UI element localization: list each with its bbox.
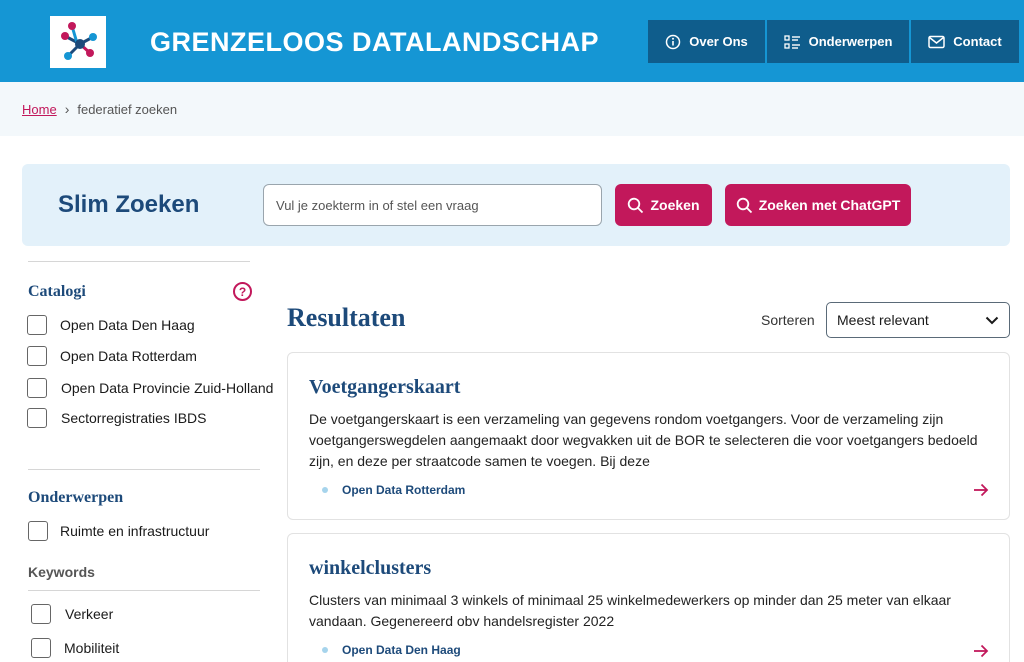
arrow-right-icon[interactable]	[973, 483, 989, 497]
arrow-right-icon[interactable]	[973, 644, 989, 658]
filter-keyword-verkeer[interactable]: Verkeer	[31, 604, 113, 624]
search-title: Slim Zoeken	[58, 191, 200, 218]
filter-keyword-mobiliteit[interactable]: Mobiliteit	[31, 638, 119, 658]
search-input[interactable]	[263, 184, 602, 226]
nav-over-ons-label: Over Ons	[689, 34, 748, 49]
search-chatgpt-button-label: Zoeken met ChatGPT	[758, 197, 901, 213]
sort-label: Sorteren	[761, 312, 815, 328]
info-icon	[665, 34, 681, 49]
main-nav: Over Ons Onderwerpen Contact	[648, 20, 1019, 63]
list-icon	[783, 34, 800, 49]
nav-onderwerpen-label: Onderwerpen	[808, 34, 893, 49]
help-icon[interactable]: ?	[233, 282, 252, 301]
filter-catalog-den-haag[interactable]: Open Data Den Haag	[27, 315, 195, 335]
result-source: Open Data Rotterdam	[322, 483, 465, 497]
sidebar-divider	[28, 469, 260, 470]
sidebar-divider	[28, 590, 260, 591]
filter-onderwerp-ruimte[interactable]: Ruimte en infrastructuur	[28, 521, 209, 541]
result-card[interactable]: winkelclusters Clusters van minimaal 3 w…	[287, 533, 1010, 662]
search-icon	[628, 197, 644, 213]
breadcrumb-home-link[interactable]: Home	[22, 102, 57, 117]
filter-catalog-ibds[interactable]: Sectorregistraties IBDS	[27, 408, 207, 428]
breadcrumb: Home › federatief zoeken	[22, 101, 177, 117]
sort-select-value: Meest relevant	[837, 312, 929, 328]
result-source-label: Open Data Den Haag	[342, 643, 461, 657]
checkbox[interactable]	[27, 408, 47, 428]
chevron-down-icon	[985, 316, 999, 324]
onderwerpen-title: Onderwerpen	[28, 489, 124, 506]
results-title: Resultaten	[287, 303, 406, 332]
sidebar-divider	[28, 261, 250, 262]
result-description: Clusters van minimaal 3 winkels of minim…	[309, 592, 951, 629]
nav-contact[interactable]: Contact	[911, 20, 1019, 63]
mail-icon	[928, 35, 946, 48]
chevron-right-icon: ›	[64, 101, 70, 117]
result-card[interactable]: Voetgangerskaart De voetgangerskaart is …	[287, 352, 1010, 520]
filter-label: Mobiliteit	[64, 640, 120, 656]
result-description: De voetgangerskaart is een verzameling v…	[309, 411, 978, 469]
network-logo-icon[interactable]	[50, 16, 106, 68]
filter-label: Open Data Rotterdam	[60, 348, 197, 364]
search-chatgpt-button[interactable]: Zoeken met ChatGPT	[725, 184, 911, 226]
filter-label: Verkeer	[65, 606, 114, 622]
nav-onderwerpen[interactable]: Onderwerpen	[767, 20, 911, 63]
search-button[interactable]: Zoeken	[615, 184, 712, 226]
keywords-title: Keywords	[28, 564, 95, 580]
checkbox[interactable]	[27, 315, 47, 335]
checkbox[interactable]	[31, 604, 51, 624]
search-button-label: Zoeken	[650, 197, 700, 213]
filter-catalog-zuid-holland[interactable]: Open Data Provincie Zuid-Holland	[27, 378, 273, 398]
filter-label: Open Data Den Haag	[60, 317, 195, 333]
checkbox[interactable]	[27, 378, 47, 398]
filter-catalog-rotterdam[interactable]: Open Data Rotterdam	[27, 346, 197, 366]
catalogi-title: Catalogi	[28, 283, 86, 300]
nav-contact-label: Contact	[953, 34, 1002, 49]
site-title: GRENZELOOS DATALANDSCHAP	[150, 27, 599, 57]
result-source-label: Open Data Rotterdam	[342, 483, 466, 497]
checkbox[interactable]	[31, 638, 51, 658]
nav-over-ons[interactable]: Over Ons	[648, 20, 767, 63]
checkbox[interactable]	[27, 346, 47, 366]
breadcrumb-current: federatief zoeken	[77, 101, 178, 117]
bullet-dot-icon	[322, 647, 328, 653]
site-header: GRENZELOOS DATALANDSCHAP Over Ons Onderw…	[0, 0, 1024, 82]
filter-label: Sectorregistraties IBDS	[61, 410, 207, 426]
checkbox[interactable]	[28, 521, 48, 541]
result-title[interactable]: Voetgangerskaart	[309, 376, 460, 399]
filter-label: Open Data Provincie Zuid-Holland	[61, 380, 274, 396]
sort-select[interactable]: Meest relevant	[826, 302, 1010, 338]
search-icon	[736, 197, 752, 213]
filter-label: Ruimte en infrastructuur	[60, 523, 210, 539]
bullet-dot-icon	[322, 487, 328, 493]
result-title[interactable]: winkelclusters	[309, 557, 431, 580]
result-source: Open Data Den Haag	[322, 643, 461, 657]
